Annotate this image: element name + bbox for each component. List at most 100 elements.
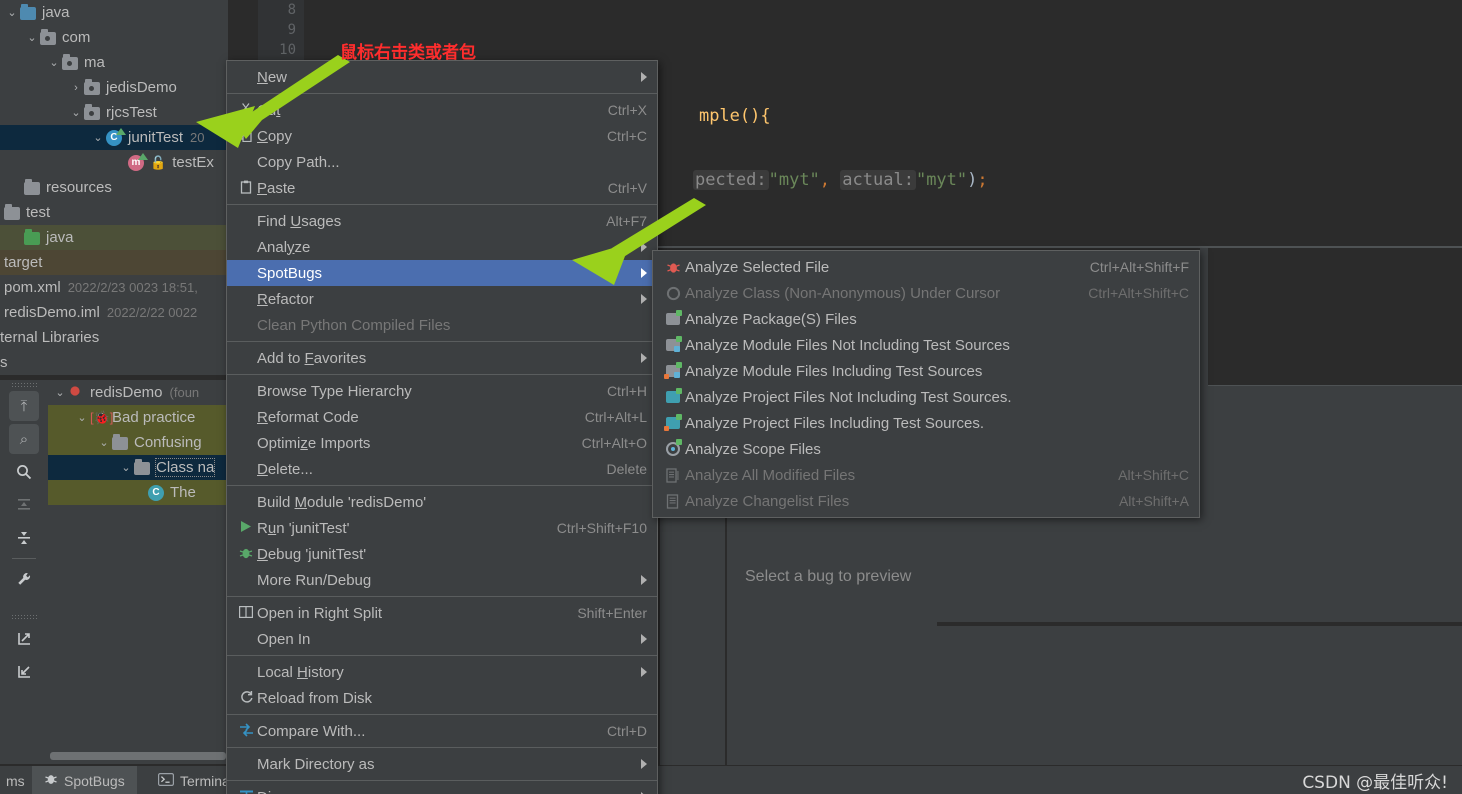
submenu-label: Analyze All Modified Files: [685, 466, 856, 484]
menu-item-debug-junittest[interactable]: Debug 'junitTest': [227, 541, 657, 567]
submenu-item-analyze-project-with-tests[interactable]: Analyze Project Files Including Test Sou…: [653, 410, 1199, 436]
menu-item-copy[interactable]: Copy Ctrl+C: [227, 123, 657, 149]
tree-item-test[interactable]: test: [0, 200, 228, 225]
package-icon: [661, 310, 685, 325]
menu-separator: [227, 374, 657, 375]
toolbar-drag-handle[interactable]: [0, 380, 48, 388]
chevron-down-icon[interactable]: ⌄: [24, 31, 40, 44]
submenu-item-analyze-module-no-tests[interactable]: Analyze Module Files Not Including Test …: [653, 332, 1199, 358]
preview-placeholder: Select a bug to preview: [745, 568, 912, 585]
chevron-down-icon[interactable]: ⌄: [68, 106, 84, 119]
tree-item-resources[interactable]: resources: [0, 175, 228, 200]
menu-item-diagrams[interactable]: Diagrams: [227, 784, 657, 794]
chevron-down-icon[interactable]: ⌄: [52, 386, 68, 399]
sb-tree-label: Bad practice: [112, 409, 196, 426]
analyze-icon[interactable]: ⌕: [9, 424, 39, 454]
spotbugs-results-tree[interactable]: ⌄ redisDemo (foun ⌄ [🐞] Bad practice ⌄ C…: [48, 380, 228, 764]
menu-item-cut[interactable]: Cut Ctrl+X: [227, 97, 657, 123]
horizontal-scrollbar[interactable]: [50, 752, 226, 760]
chevron-down-icon[interactable]: ⌄: [4, 6, 20, 19]
import-icon[interactable]: [9, 656, 39, 686]
context-menu[interactable]: New Cut Ctrl+X Copy Ctrl+C Copy Path...: [226, 60, 658, 794]
menu-label: Browse Type Hierarchy: [257, 382, 412, 400]
menu-item-more-run-debug[interactable]: More Run/Debug: [227, 567, 657, 593]
tree-item-target[interactable]: target: [0, 250, 228, 275]
menu-item-reload-from-disk[interactable]: Reload from Disk: [227, 685, 657, 711]
tree-item-java-root[interactable]: ⌄ java: [0, 0, 228, 25]
submenu-item-analyze-selected-file[interactable]: Analyze Selected File Ctrl+Alt+Shift+F: [653, 254, 1199, 280]
menu-item-build-module[interactable]: Build Module 'redisDemo': [227, 489, 657, 515]
tree-item-pom-xml[interactable]: pom.xml 2022/2/23 0023 18:51,: [0, 275, 228, 300]
menu-item-optimize-imports[interactable]: Optimize Imports Ctrl+Alt+O: [227, 430, 657, 456]
settings-wrench-icon[interactable]: [9, 564, 39, 594]
project-tool-window[interactable]: ⌄ java ⌄ com ⌄ ma › jedisDemo ⌄ rjcsTest…: [0, 0, 228, 375]
tree-item-ma[interactable]: ⌄ ma: [0, 50, 228, 75]
group-by-icon[interactable]: [9, 523, 39, 553]
bottom-tab-spotbugs[interactable]: SpotBugs: [32, 766, 137, 794]
menu-item-run-junittest[interactable]: Run 'junitTest' Ctrl+Shift+F10: [227, 515, 657, 541]
export-icon[interactable]: [9, 623, 39, 653]
submenu-item-analyze-project-no-tests[interactable]: Analyze Project Files Not Including Test…: [653, 384, 1199, 410]
menu-separator: [227, 204, 657, 205]
sb-tree-row-detail[interactable]: C The: [48, 480, 228, 505]
tree-item-rjcstest[interactable]: ⌄ rjcsTest: [0, 100, 228, 125]
chevron-right-icon[interactable]: ›: [68, 82, 84, 94]
menu-item-clean-python-compiled-files: Clean Python Compiled Files: [227, 312, 657, 338]
class-icon: C: [148, 484, 165, 501]
submenu-item-analyze-scope-files[interactable]: Analyze Scope Files: [653, 436, 1199, 462]
menu-item-paste[interactable]: Paste Ctrl+V: [227, 175, 657, 201]
sb-tree-row-bad-practice[interactable]: ⌄ [🐞] Bad practice: [48, 405, 228, 430]
tree-item-label: ma: [84, 54, 105, 71]
tree-item-jedisdemo[interactable]: › jedisDemo: [0, 75, 228, 100]
sb-tree-row-class-name[interactable]: ⌄ Class na: [48, 455, 228, 480]
tree-item-com[interactable]: ⌄ com: [0, 25, 228, 50]
submenu-item-analyze-module-with-tests[interactable]: Analyze Module Files Including Test Sour…: [653, 358, 1199, 384]
menu-separator: [227, 780, 657, 781]
tree-item-scratches[interactable]: s: [0, 350, 228, 375]
menu-item-refactor[interactable]: Refactor: [227, 286, 657, 312]
menu-item-spotbugs[interactable]: SpotBugs: [227, 260, 657, 286]
tree-item-external-libraries[interactable]: ternal Libraries: [0, 325, 228, 350]
menu-item-copy-path[interactable]: Copy Path...: [227, 149, 657, 175]
search-icon[interactable]: [9, 457, 39, 487]
menu-label: Diagrams: [257, 789, 627, 794]
compare-icon: [235, 722, 257, 740]
diagram-icon: [235, 789, 257, 794]
menu-item-local-history[interactable]: Local History: [227, 659, 657, 685]
sb-tree-row-confusing[interactable]: ⌄ Confusing: [48, 430, 228, 455]
sb-tree-row-project[interactable]: ⌄ redisDemo (foun: [48, 380, 228, 405]
tree-item-test-java[interactable]: java: [0, 225, 228, 250]
submenu-shortcut: Ctrl+Alt+Shift+C: [1088, 285, 1189, 301]
menu-item-reformat-code[interactable]: Reformat Code Ctrl+Alt+L: [227, 404, 657, 430]
menu-item-mark-directory-as[interactable]: Mark Directory as: [227, 751, 657, 777]
menu-item-compare-with[interactable]: Compare With... Ctrl+D: [227, 718, 657, 744]
toolbar-drag-handle-2[interactable]: [0, 612, 48, 620]
tree-item-testex[interactable]: m 🔓 testEx: [0, 150, 228, 175]
chevron-down-icon[interactable]: ⌄: [118, 461, 134, 474]
tree-item-iml[interactable]: redisDemo.iml 2022/2/22 0022: [0, 300, 228, 325]
menu-shortcut: Shift+Enter: [577, 605, 647, 621]
submenu-item-analyze-package-files[interactable]: Analyze Package(S) Files: [653, 306, 1199, 332]
expand-all-icon[interactable]: ⤒: [9, 391, 39, 421]
menu-item-new[interactable]: New: [227, 64, 657, 90]
chevron-down-icon[interactable]: ⌄: [46, 56, 62, 69]
chevron-down-icon[interactable]: ⌄: [96, 436, 112, 449]
tree-item-junittest[interactable]: ⌄ C junitTest 20: [0, 125, 228, 150]
gutter-line-number: 9: [287, 22, 296, 38]
spotbugs-submenu[interactable]: Analyze Selected File Ctrl+Alt+Shift+F A…: [652, 250, 1200, 518]
menu-item-delete[interactable]: Delete... Delete: [227, 456, 657, 482]
chevron-down-icon[interactable]: ⌄: [74, 411, 90, 424]
chevron-down-icon[interactable]: ⌄: [90, 131, 106, 144]
param-hint-expected: pected:: [692, 170, 769, 190]
menu-item-open-in-right-split[interactable]: Open in Right Split Shift+Enter: [227, 600, 657, 626]
menu-item-analyze[interactable]: Analyze: [227, 234, 657, 260]
menu-shortcut: Ctrl+D: [606, 723, 647, 739]
menu-item-add-to-favorites[interactable]: Add to Favorites: [227, 345, 657, 371]
menu-item-find-usages[interactable]: Find Usages Alt+F7: [227, 208, 657, 234]
tree-item-label: java: [46, 229, 74, 246]
submenu-label: Analyze Class (Non-Anonymous) Under Curs…: [685, 284, 1001, 302]
menu-item-browse-type-hierarchy[interactable]: Browse Type Hierarchy Ctrl+H: [227, 378, 657, 404]
menu-item-open-in[interactable]: Open In: [227, 626, 657, 652]
collapse-all-icon[interactable]: [9, 490, 39, 520]
menu-label: Copy Path...: [257, 153, 340, 171]
